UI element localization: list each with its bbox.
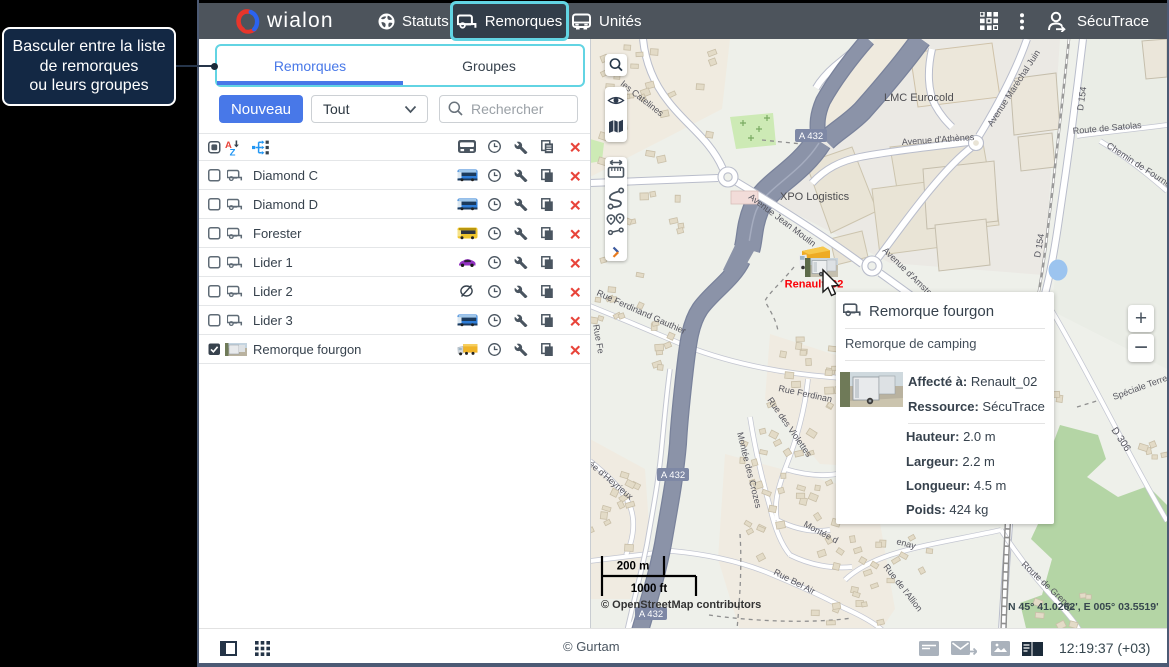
svg-text:1000 ft: 1000 ft [631,583,668,595]
svg-text:XPO Logistics: XPO Logistics [780,191,850,203]
svg-text:A 432: A 432 [661,470,685,481]
svg-text:LMC Eurocold: LMC Eurocold [884,92,954,104]
svg-text:200 m: 200 m [617,561,650,573]
svg-text:A 432: A 432 [799,131,823,142]
